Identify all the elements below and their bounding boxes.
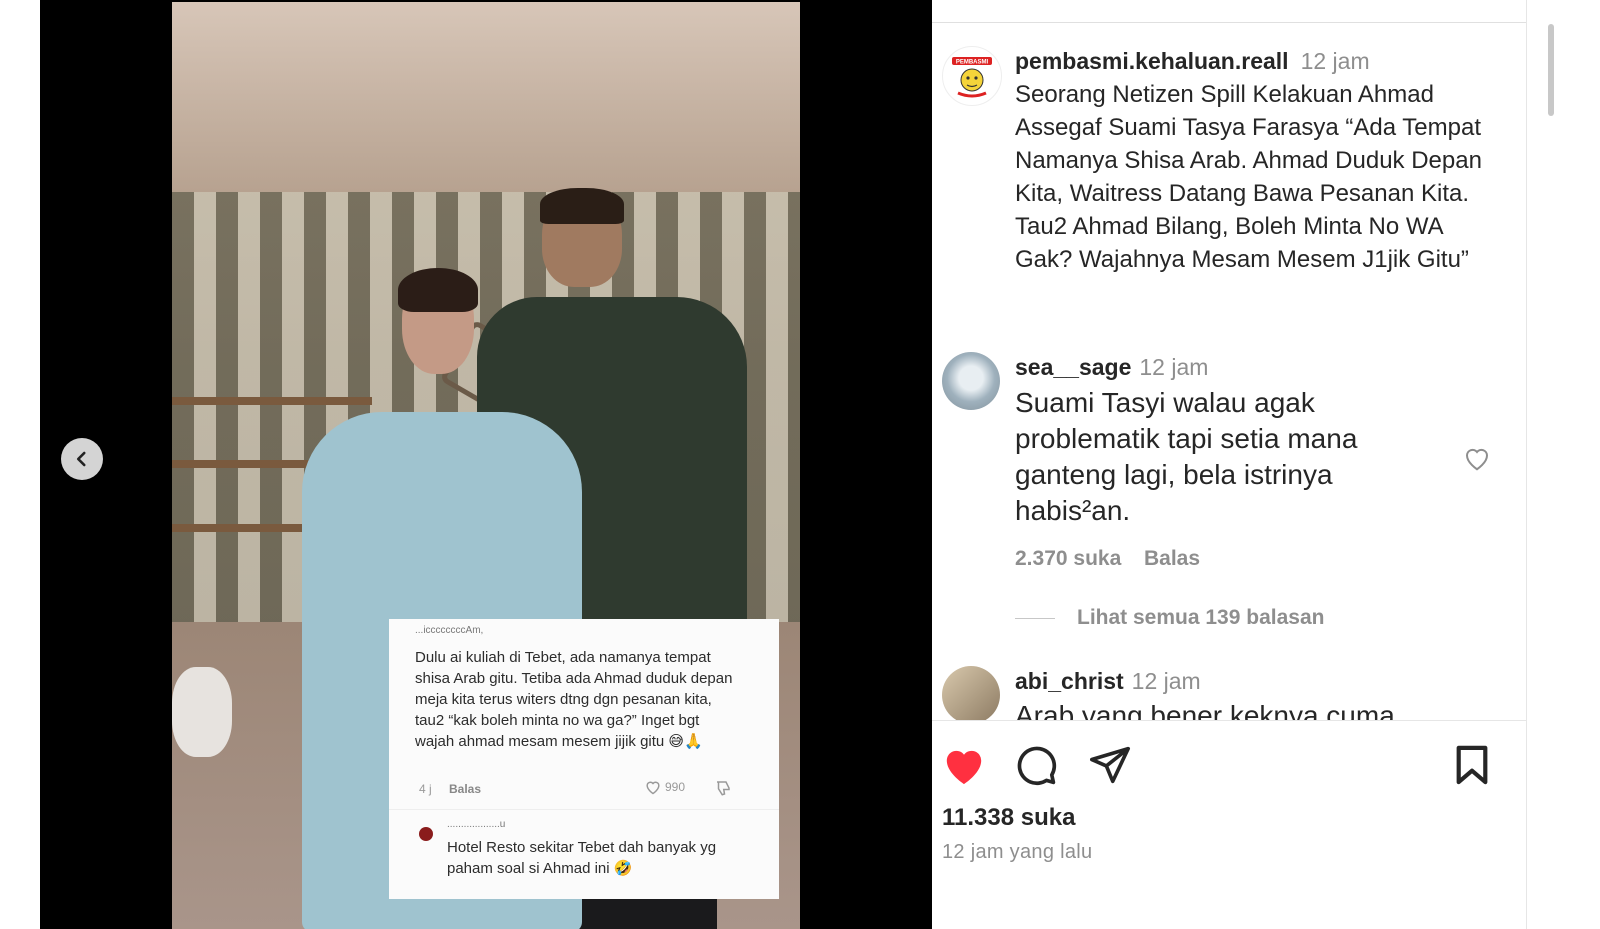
overlay-divider [389, 809, 779, 810]
comment-bubble-icon [1017, 746, 1057, 786]
post-author-username[interactable]: pembasmi.kehaluan.reall [1015, 48, 1289, 74]
logo-text: PEMBASMI [956, 60, 989, 66]
comment-time: 12 jam [1139, 354, 1209, 380]
comment-time: 12 jam [1131, 668, 1201, 694]
comment-text: Arab yang bener keknya cuma [1015, 700, 1395, 720]
comments-scrollbar[interactable] [1548, 24, 1554, 116]
comment-header: abi_christ 12 jam [1015, 668, 1201, 695]
overlay-comment-card: ...iccccccccAm, Dulu ai kuliah di Tebet,… [389, 619, 779, 899]
send-paper-plane-icon [1090, 746, 1130, 784]
comment-avatar[interactable] [942, 352, 1000, 410]
comment-username[interactable]: abi_christ [1015, 668, 1124, 694]
overlay-comment-text: Dulu ai kuliah di Tebet, ada namanya tem… [415, 649, 733, 750]
overlay-reply-avatar [419, 827, 433, 841]
post-author-avatar[interactable]: PEMBASMI [942, 46, 1002, 106]
heart-filled-icon [946, 750, 982, 785]
post-media: ...iccccccccAm, Dulu ai kuliah di Tebet,… [40, 0, 932, 929]
overlay-comment-reply: Balas [449, 782, 482, 796]
photo-shelf [172, 397, 372, 405]
post-like-count[interactable]: 11.338 suka [942, 804, 1075, 832]
photo-woman-hair [398, 268, 478, 312]
post-timestamp: 12 jam yang lalu [942, 841, 1093, 863]
like-button[interactable] [940, 742, 988, 788]
comment-like-button[interactable] [1462, 444, 1492, 477]
overlay-comment-like-count: 990 [665, 780, 686, 794]
actions-divider [932, 720, 1526, 721]
view-replies-button[interactable]: Lihat semua 139 balasan [1015, 606, 1324, 630]
view-replies-dash [1015, 617, 1055, 619]
post-header: pembasmi.kehaluan.reall 12 jam [1015, 48, 1370, 75]
chevron-left-icon [76, 451, 86, 467]
panel-right-border [1526, 0, 1527, 929]
comment-header: sea__sage 12 jam [1015, 354, 1208, 381]
photo-man-hair [540, 188, 624, 224]
overlay-reply-text: Hotel Resto sekitar Tebet dah banyak yg … [447, 839, 717, 877]
photo-ceiling [172, 2, 800, 192]
heart-outline-icon [646, 781, 660, 795]
comments-scroll-area[interactable]: PEMBASMI pembasmi.kehaluan.reall 12 jam S… [932, 0, 1526, 720]
previous-slide-button[interactable] [61, 438, 103, 480]
post-photo: ...iccccccccAm, Dulu ai kuliah di Tebet,… [172, 2, 800, 929]
post-caption: Seorang Netizen Spill Kelakuan Ahmad Ass… [1015, 81, 1482, 273]
post-time: 12 jam [1300, 48, 1370, 74]
overlay-comment-like: 990 [644, 779, 685, 795]
post-detail-panel: PEMBASMI pembasmi.kehaluan.reall 12 jam S… [932, 0, 1526, 929]
comment-avatar[interactable] [942, 666, 1000, 720]
comment-button[interactable] [1012, 742, 1060, 788]
heart-outline-icon [1465, 448, 1489, 471]
comment-reply-button[interactable]: Balas [1144, 547, 1200, 571]
photo-flowers [172, 667, 232, 757]
bookmark-icon [1456, 745, 1488, 785]
comment-username[interactable]: sea__sage [1015, 354, 1131, 380]
view-replies-label: Lihat semua 139 balasan [1077, 606, 1325, 629]
comment-text: Suami Tasyi walau agak problematik tapi … [1015, 387, 1358, 526]
overlay-comment-time: 4 j [419, 782, 432, 796]
comment-like-count[interactable]: 2.370 suka [1015, 547, 1121, 571]
save-button[interactable] [1450, 742, 1494, 788]
share-button[interactable] [1086, 742, 1134, 788]
overlay-reply-username: ...................u [447, 819, 506, 830]
dislike-icon [714, 779, 732, 802]
pembasmi-logo-icon: PEMBASMI [952, 57, 992, 98]
overlay-comment-username: ...iccccccccAm, [415, 625, 484, 636]
